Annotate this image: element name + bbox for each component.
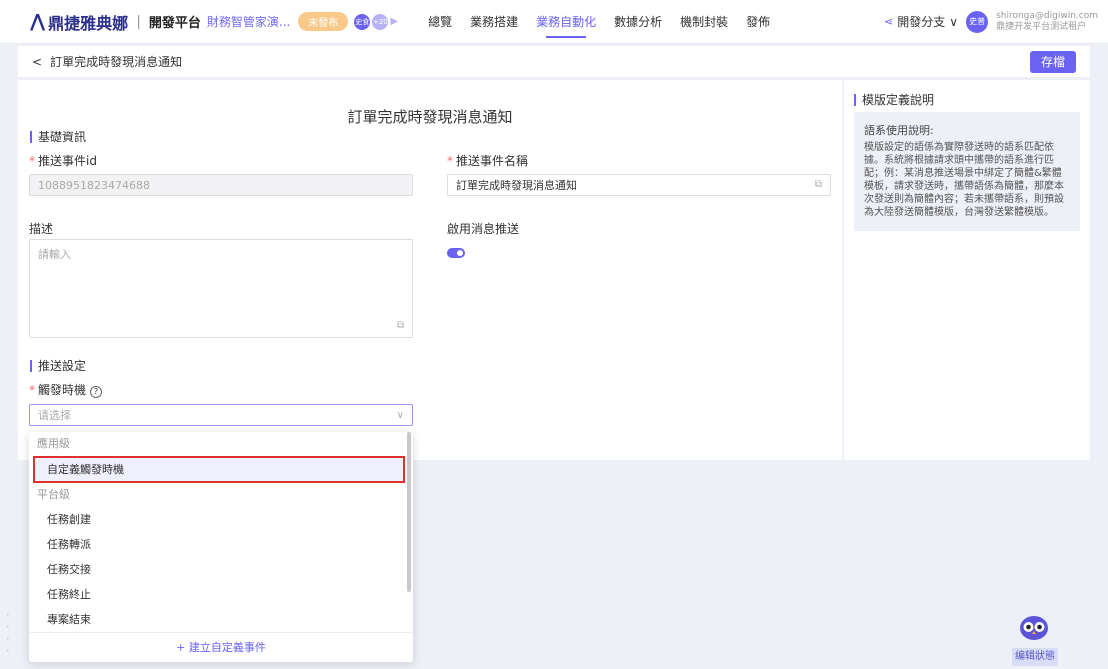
branch-icon: ⋖ [884,15,894,28]
app-name[interactable]: 財務智管家演... [207,13,290,30]
main-nav: 總覽 業務搭建 業務自動化 數據分析 機制封裝 發佈 [428,13,770,38]
enable-push-label: 啟用消息推送 [447,222,520,236]
dropdown-group-app: 應用級 [37,437,70,450]
user-info[interactable]: shironga@digiwin.com 鼎捷开发平台测试租户 [996,11,1098,33]
trigger-dropdown: 應用級 自定義觸發時機 平台級 任務創建 任務轉派 任務交接 任務終止 專案結束… [29,432,413,662]
top-right: ⋖ 開發分支 ∨ 史普 shironga@digiwin.com 鼎捷开发平台测… [884,10,1098,33]
page-header: < 訂單完成時發現消息通知 存檔 [18,46,1090,78]
language-note: 語系使用說明: 模版設定的語係為實際發送時的語系匹配依據。系統將根據請求頭中攜帶… [854,112,1080,231]
dropdown-item-project-end[interactable]: 專案結束 [29,607,409,632]
help-icon[interactable]: ? [90,385,103,398]
save-button[interactable]: 存檔 [1030,50,1076,73]
dropdown-item-task-reassign[interactable]: 任務轉派 [29,532,409,557]
translate-icon[interactable]: ⧉ [397,320,404,331]
owl-assistant-icon[interactable] [1018,612,1050,642]
dropdown-item-custom-trigger[interactable]: 自定義觸發時機 [33,456,405,483]
language-note-body: 模版設定的語係為實際發送時的語系匹配依據。系統將根據請求頭中攜帶的語系進行匹配；… [864,142,1064,218]
description-textarea[interactable]: 請輸入 ⧉ [29,239,413,338]
logo-text: 鼎捷雅典娜 [48,13,129,33]
dropdown-item-task-handover[interactable]: 任務交接 [29,557,409,582]
chevron-down-icon: ∨ [396,409,404,421]
event-name-field[interactable]: 訂單完成時發現消息通知 ⧉ [447,174,831,196]
dropdown-item-task-create[interactable]: 任務創建 [29,507,409,532]
decorative-dots: • • • • [6,612,10,655]
dropdown-item-task-terminate[interactable]: 任務終止 [29,582,409,607]
nav-mechanism[interactable]: 機制封裝 [680,13,728,30]
trigger-label: * 觸發時機? [29,381,103,398]
nav-publish[interactable]: 發佈 [746,13,770,30]
page-title: 訂單完成時發現消息通知 [50,55,183,69]
logo-mark-icon: ⋀ [30,11,46,32]
branch-label: 開發分支 [897,15,946,29]
divider: | [136,13,141,30]
section-basic-info: 基礎資訊 [30,131,86,143]
language-note-title: 語系使用說明: [864,124,934,137]
play-icon[interactable]: ▶ [390,16,398,27]
collaborator-avatar[interactable]: 史食 [354,13,371,30]
logo[interactable]: ⋀ 鼎捷雅典娜 [30,10,128,34]
nav-business-automation[interactable]: 業務自動化 [536,13,596,38]
description-label: 描述 [29,222,54,236]
trigger-placeholder: 请选择 [38,409,71,422]
event-id-label: * 推送事件id [29,154,97,168]
nav-overview[interactable]: 總覽 [428,13,452,30]
event-id-field: 1088951823474688 [29,174,413,196]
dropdown-group-platform: 平台級 [37,488,70,501]
platform-label: 開發平台 [148,16,201,31]
event-name-value: 訂單完成時發現消息通知 [456,179,577,192]
top-bar: ⋀ 鼎捷雅典娜 | 開發平台 財務智管家演... 未發布 史食 +20 ▶ 總覽… [0,0,1108,44]
template-info-panel: 模版定義說明 語系使用說明: 模版設定的語係為實際發送時的語系匹配依據。系統將根… [844,80,1090,460]
dropdown-list: 應用級 自定義觸發時機 平台級 任務創建 任務轉派 任務交接 任務終止 專案結束 [29,432,409,630]
dropdown-scrollbar[interactable] [407,432,411,592]
enable-push-toggle[interactable] [447,248,465,258]
nav-business-build[interactable]: 業務搭建 [470,13,518,30]
back-icon[interactable]: < [32,55,42,69]
avatar[interactable]: 史普 [966,10,989,33]
trigger-select[interactable]: 请选择 ∨ [29,404,413,426]
user-email: shironga@digiwin.com [996,10,1098,21]
form-panel: 訂單完成時發現消息通知 基礎資訊 * 推送事件id 108895182347468… [18,80,842,460]
branch-selector[interactable]: ⋖ 開發分支 ∨ [884,13,958,30]
edit-status-label[interactable]: 编辑狀態 [1012,648,1058,666]
copy-icon[interactable]: ⧉ [815,179,822,190]
form-title: 訂單完成時發現消息通知 [347,108,513,126]
user-tenant: 鼎捷开发平台测试租户 [996,21,1087,32]
template-info-title: 模版定義說明 [854,94,934,106]
nav-data-analysis[interactable]: 數據分析 [614,13,662,30]
create-custom-event-button[interactable]: + 建立自定義事件 [29,632,413,662]
status-badge: 未發布 [298,12,349,31]
description-placeholder: 請輸入 [38,248,71,261]
chevron-down-icon: ∨ [949,14,959,29]
collaborator-count[interactable]: +20 [372,13,389,30]
section-push-settings: 推送設定 [30,360,86,372]
event-name-label: * 推送事件名稱 [447,154,529,168]
